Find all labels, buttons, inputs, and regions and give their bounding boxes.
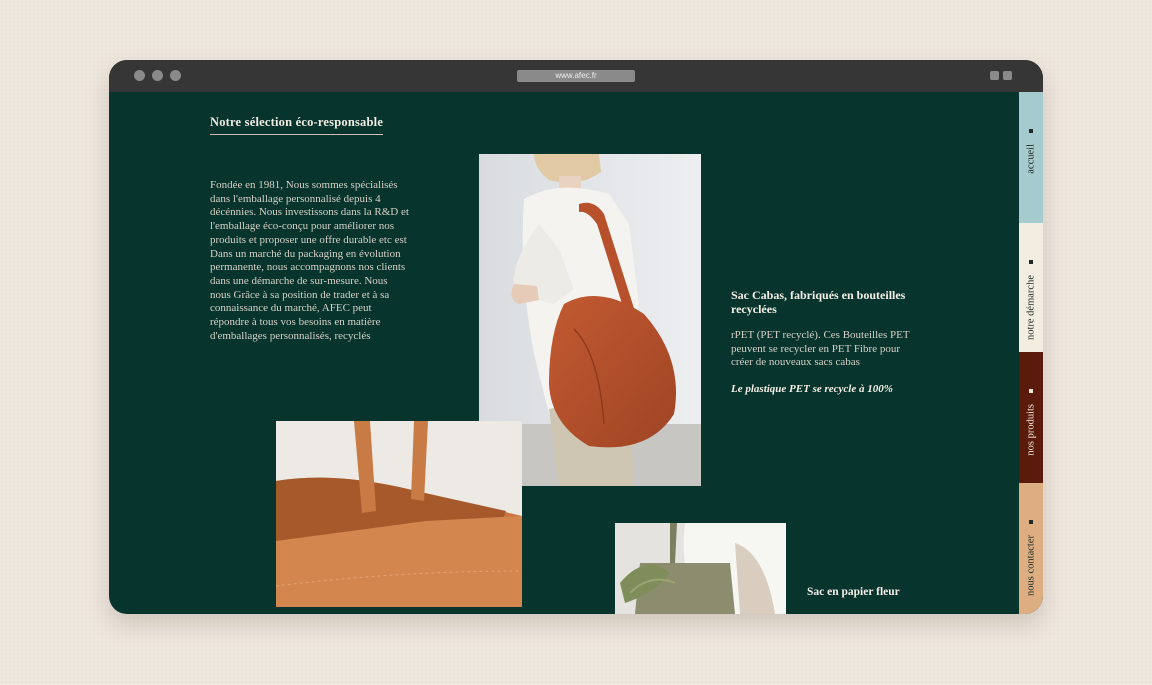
browser-titlebar: www.afec.fr	[109, 60, 1043, 92]
cabas-product-title: Sac Cabas, fabriqués en bouteilles recyc…	[731, 288, 906, 316]
paper-bag-title: Sac en papier fleur	[807, 586, 900, 598]
window-control-square-icon[interactable]	[1003, 71, 1012, 80]
nav-marker-icon	[1029, 389, 1033, 393]
cabas-product-description: rPET (PET recyclé). Ces Bouteilles PET p…	[731, 329, 910, 369]
window-control-square-icon[interactable]	[990, 71, 999, 80]
address-bar[interactable]: www.afec.fr	[517, 70, 635, 82]
browser-window: www.afec.fr Notre sélection éco-responsa…	[109, 60, 1043, 614]
paper-bag-flower-photo	[615, 523, 786, 614]
side-navigation: accueil notre démarche nos produits nous…	[1019, 92, 1043, 614]
nav-item-accueil[interactable]: accueil	[1019, 92, 1043, 223]
window-maximize-dot[interactable]	[170, 70, 181, 81]
nav-marker-icon	[1029, 260, 1033, 264]
nav-item-label: accueil	[1025, 144, 1037, 174]
window-minimize-dot[interactable]	[152, 70, 163, 81]
page-content: Notre sélection éco-responsable Fondée e…	[109, 92, 1019, 614]
tote-bag-detail-photo	[276, 421, 522, 607]
nav-item-nous-contacter[interactable]: nous contacter	[1019, 483, 1043, 614]
nav-marker-icon	[1029, 520, 1033, 524]
nav-item-nos-produits[interactable]: nos produits	[1019, 352, 1043, 483]
nav-item-label: notre démarche	[1025, 275, 1037, 341]
nav-item-label: nos produits	[1025, 404, 1037, 456]
nav-marker-icon	[1029, 129, 1033, 133]
window-close-dot[interactable]	[134, 70, 145, 81]
intro-text: Fondée en 1981, Nous sommes spécialisés …	[210, 179, 409, 342]
cabas-recycle-note: Le plastique PET se recycle à 100%	[731, 383, 893, 395]
section-title: Notre sélection éco-responsable	[210, 115, 384, 135]
nav-item-notre-demarche[interactable]: notre démarche	[1019, 223, 1043, 352]
nav-item-label: nous contacter	[1025, 535, 1037, 596]
